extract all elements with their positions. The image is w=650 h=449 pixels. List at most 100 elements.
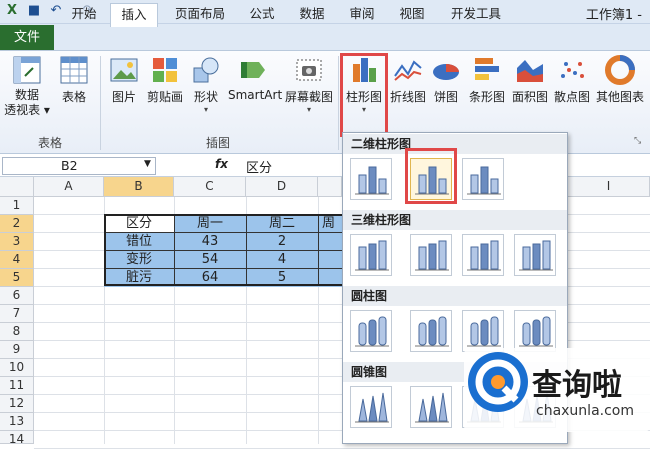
row-header[interactable]: 9 [0,341,34,359]
insert-function-icon[interactable]: fx [215,157,228,171]
chart-type-cone-option[interactable] [350,386,392,428]
column-mark [532,319,541,346]
chart-type-cyl-option[interactable] [350,310,392,352]
tab-view[interactable]: 视图 [390,3,434,26]
cone-mark [418,398,428,422]
tab-developer[interactable]: 开发工具 [440,3,512,26]
cone-mark [378,392,388,422]
tab-file[interactable]: 文件 [0,25,54,50]
column-header-d[interactable]: D [246,177,318,197]
column-header-b[interactable]: B [104,177,174,197]
chart-thumbnail-icon [355,316,389,347]
smartart-button[interactable]: SmartArt [228,54,282,102]
column-header-e[interactable] [318,177,342,197]
watermark-logo-icon [468,352,528,412]
column-mark [490,240,499,270]
other-chart-label: 其他图表 [595,90,644,104]
column-mark [480,166,489,194]
row-header[interactable]: 6 [0,287,34,305]
tab-data[interactable]: 数据 [290,3,334,26]
name-box-dropdown-icon[interactable]: ▼ [144,159,151,169]
chart-thumbnail-icon [467,240,501,271]
chart-type-cyl-stacked-option[interactable] [410,310,452,352]
chart-type-cyl-100-option[interactable] [462,310,504,352]
chart-thumbnail-icon [355,166,389,195]
row-header[interactable]: 13 [0,413,34,431]
data-range-border [104,214,344,286]
ribbon-tab-bar [0,24,650,50]
row-header[interactable]: 1 [0,197,34,215]
chart-type-cyl-3d-option[interactable] [514,310,556,352]
chart-type-3d-full-option[interactable] [514,234,556,276]
screenshot-button[interactable]: 屏幕截图 ▾ [282,54,336,115]
clipart-icon [153,58,177,82]
pie-chart-button[interactable]: 饼图 [428,54,464,105]
picture-icon [110,58,138,82]
area-chart-button[interactable]: 面积图 [508,54,552,105]
tab-home[interactable]: 开始 [62,3,106,26]
bar-chart-button[interactable]: 条形图 [466,54,508,105]
chart-type-3d-option[interactable] [350,234,392,276]
column-mark [542,316,551,346]
line-chart-icon [394,60,422,81]
chart-type-3d-100-option[interactable] [462,234,504,276]
row-header[interactable]: 3 [0,233,34,251]
column-mark [428,319,437,346]
column-header-c[interactable]: C [174,177,246,197]
row-header[interactable]: 11 [0,377,34,395]
screenshot-label: 屏幕截图 [284,90,333,104]
other-chart-button[interactable]: 其他图表 [594,54,646,105]
chart-thumbnail-icon [519,316,553,347]
select-all-corner[interactable] [0,177,34,197]
dialog-launcher-icon[interactable]: ⤡ [634,136,641,146]
tab-formulas[interactable]: 公式 [240,3,284,26]
scatter-chart-button[interactable]: 散点图 [550,54,594,105]
column-mark [428,243,437,270]
column-mark [438,240,447,270]
column-header-i[interactable]: I [568,177,650,197]
tab-page-layout[interactable]: 页面布局 [166,3,234,26]
table-button[interactable]: 表格 [54,54,94,105]
stacked-column-highlight [405,148,457,204]
tab-insert[interactable]: 插入 [110,3,158,27]
row-header[interactable]: 12 [0,395,34,413]
row-header[interactable]: 4 [0,251,34,269]
chart-thumbnail-icon [467,316,501,347]
name-box[interactable]: B2 [2,157,156,175]
window-title: 工作簿1 - [585,8,642,23]
column-mark [418,246,427,270]
cone-mark [368,395,378,422]
row-header[interactable]: 5 [0,269,34,287]
table-icon [60,56,88,84]
save-icon[interactable]: ■ [26,3,42,19]
row-header[interactable]: 8 [0,323,34,341]
row-header[interactable]: 2 [0,215,34,233]
column-mark [522,246,531,270]
group-label-illustrations: 插图 [206,136,231,150]
row-header[interactable]: 10 [0,359,34,377]
chart-type-cone-stacked-option[interactable] [410,386,452,428]
row-header[interactable]: 7 [0,305,34,323]
column-header-a[interactable]: A [34,177,104,197]
column-mark [470,322,479,346]
chart-type-flat-100-option[interactable] [462,158,504,200]
smartart-label: SmartArt [228,88,283,102]
screenshot-dropdown-icon: ▾ [306,105,311,114]
chart-type-flat-option[interactable] [350,158,392,200]
formula-input[interactable]: 区分 [246,157,272,176]
shapes-label: 形状 [193,90,218,104]
clipart-button[interactable]: 剪贴画 [144,54,186,105]
pivot-table-icon [13,56,41,84]
column-mark [368,166,377,194]
shapes-button[interactable]: 形状 ▾ [188,54,224,115]
chart-thumbnail-icon [415,240,449,271]
group-separator [100,56,101,150]
chart-type-3d-stacked-option[interactable] [410,234,452,276]
picture-button[interactable]: 图片 [104,54,144,105]
scatter-chart-icon [561,62,584,78]
excel-logo-icon: X [6,3,18,18]
row-header[interactable]: 14 [0,431,34,446]
tab-review[interactable]: 审阅 [340,3,384,26]
pivot-table-button[interactable]: 数据 透视表 ▾ [4,54,50,118]
line-chart-button[interactable]: 折线图 [388,54,428,105]
